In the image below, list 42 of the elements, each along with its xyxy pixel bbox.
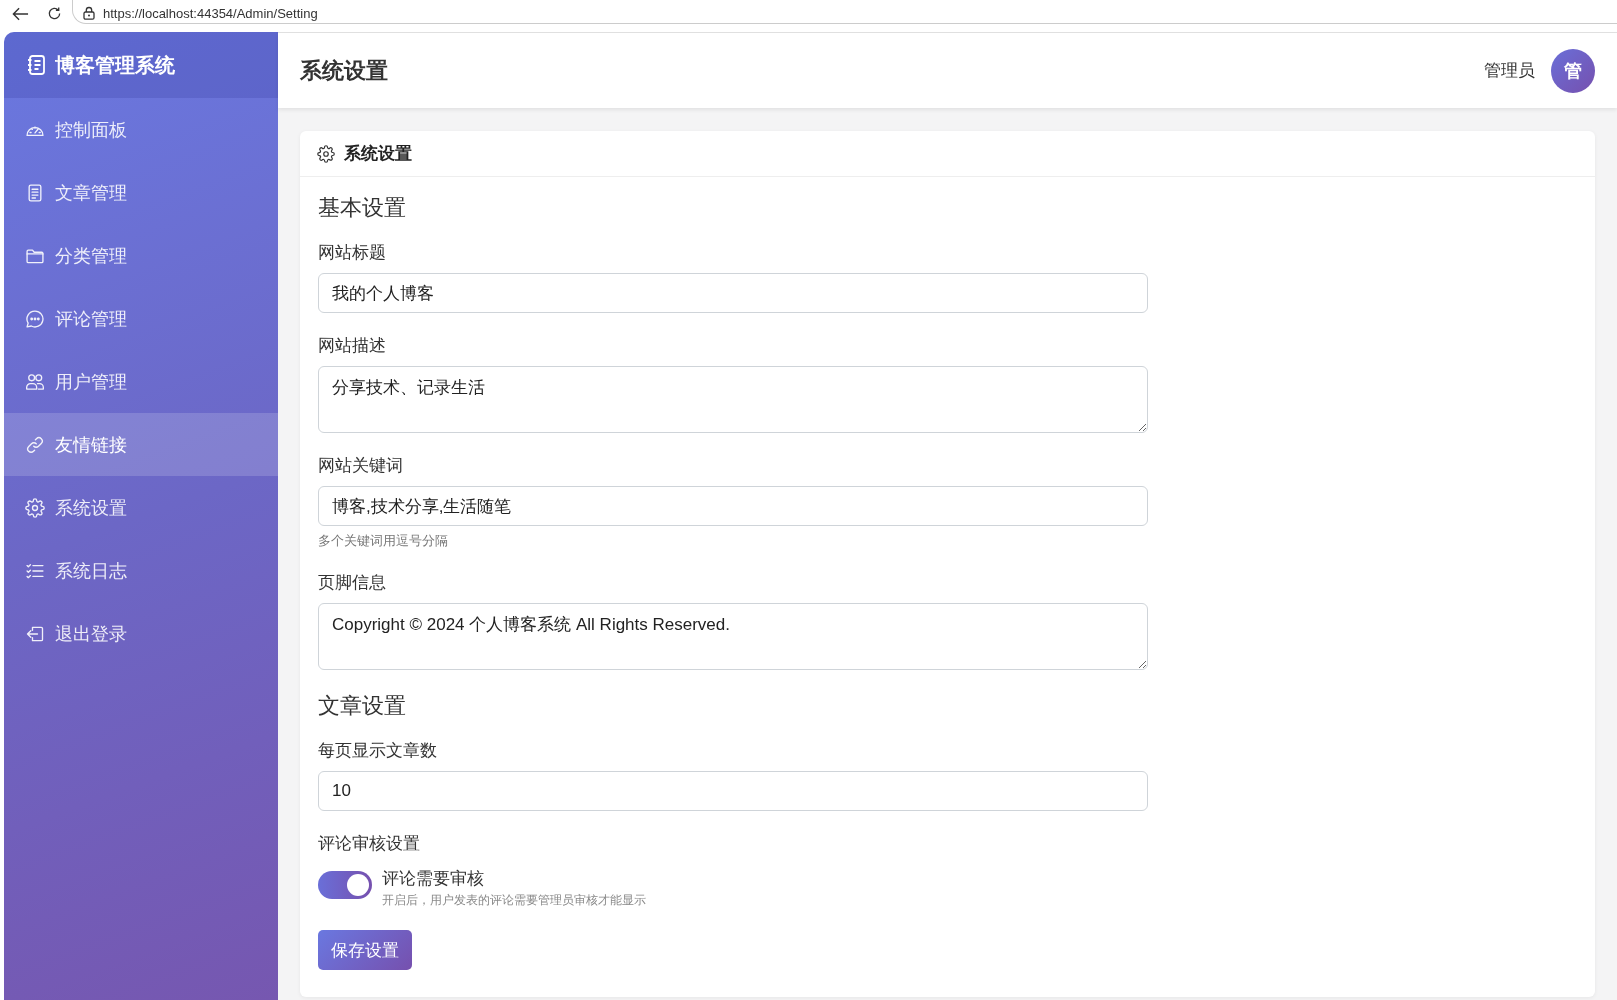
notebook-icon (27, 55, 45, 75)
sidebar-item[interactable]: 文章管理 (4, 161, 278, 224)
sidebar-item[interactable]: 退出登录 (4, 602, 278, 665)
help-text: 多个关键词用逗号分隔 (318, 532, 449, 550)
toggle-description: 开启后，用户发表的评论需要管理员审核才能显示 (382, 892, 646, 909)
section-heading: 基本设置 (318, 194, 407, 222)
settings-icon (317, 144, 335, 163)
save-button[interactable]: 保存设置 (318, 930, 412, 970)
sidebar-item[interactable]: 分类管理 (4, 224, 278, 287)
reload-icon[interactable] (47, 6, 62, 21)
textarea-field[interactable]: Copyright © 2024 个人博客系统 All Rights Reserved. (318, 603, 1148, 670)
section-heading: 文章设置 (318, 692, 407, 720)
field-label: 网站描述 (318, 335, 387, 357)
field-label: 评论审核设置 (318, 833, 421, 855)
settings-icon (25, 497, 45, 518)
toggle-label: 评论需要审核 (382, 868, 485, 890)
textarea-field[interactable]: 分享技术、记录生活 (318, 366, 1148, 433)
sidebar-item[interactable]: 系统设置 (4, 476, 278, 539)
address-bar[interactable]: https://localhost:44354/Admin/Setting (72, 0, 1617, 24)
sidebar-item[interactable]: 系统日志 (4, 539, 278, 602)
sidebar-item[interactable]: 评论管理 (4, 287, 278, 350)
field-label: 网站标题 (318, 242, 387, 264)
back-icon[interactable] (12, 6, 29, 21)
text-field[interactable]: 博客,技术分享,生活随笔 (318, 486, 1148, 526)
card-title: 系统设置 (344, 143, 412, 165)
field-label: 网站关键词 (318, 455, 404, 477)
lock-icon (83, 6, 95, 20)
sidebar-item[interactable]: 友情链接 (4, 413, 278, 476)
sidebar-title: 博客管理系统 (55, 52, 175, 78)
user-name: 管理员 (1484, 60, 1535, 82)
field-label: 页脚信息 (318, 572, 387, 594)
sidebar-item[interactable]: 控制面板 (4, 98, 278, 161)
toggle-switch[interactable] (318, 871, 372, 899)
field-label: 每页显示文章数 (318, 740, 438, 762)
text-field[interactable]: 我的个人博客 (318, 273, 1148, 313)
people-icon (25, 371, 45, 392)
sidebar-item[interactable]: 用户管理 (4, 350, 278, 413)
user-avatar[interactable]: 管 (1551, 48, 1595, 93)
text-field[interactable]: 10 (318, 771, 1148, 811)
link-icon (25, 434, 45, 455)
chat-bubble-icon (25, 308, 45, 329)
page-title: 系统设置 (300, 56, 388, 85)
